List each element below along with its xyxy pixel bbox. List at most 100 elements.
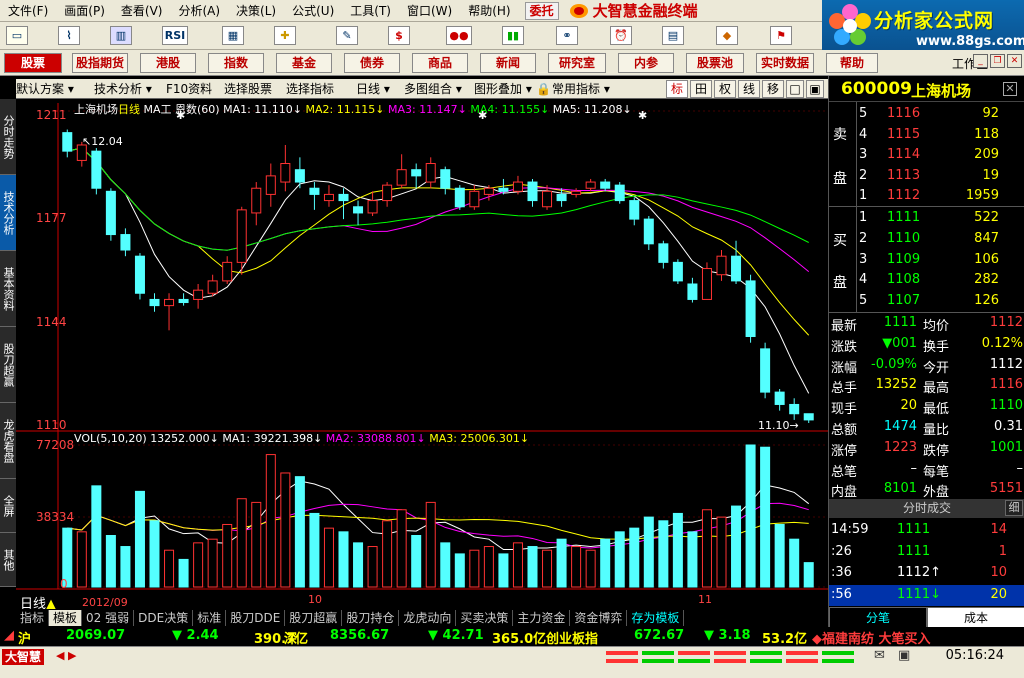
binoculars-icon[interactable]: ⚭ — [556, 26, 578, 45]
tab-dragon-tiger[interactable]: 龙虎看盘 — [0, 403, 16, 479]
menu-analysis[interactable]: 分析(A) — [170, 0, 228, 22]
indicator-tab[interactable]: 指标 — [16, 610, 50, 626]
cat-fund[interactable]: 基金 — [276, 53, 332, 73]
alert-text[interactable]: ◆福建南纺 大笔买入 — [812, 628, 931, 647]
indicator-tab[interactable]: 主力资金 — [513, 610, 571, 626]
arrows-icon[interactable]: ◀ ▶ — [56, 649, 76, 662]
menu-formula[interactable]: 公式(U) — [284, 0, 342, 22]
folder-icon[interactable]: ▭ — [6, 26, 28, 45]
detail-button[interactable]: 细 — [1005, 500, 1023, 516]
kline-chart-canvas[interactable]: ✱ ✱ ✱ — [16, 99, 828, 593]
select-indicator-button[interactable]: 选择指标 — [286, 81, 334, 97]
rsi-icon[interactable]: RSI — [162, 26, 188, 45]
cat-realtime-data[interactable]: 实时数据 — [756, 53, 814, 73]
menu-help[interactable]: 帮助(H) — [460, 0, 518, 22]
status-bar: 大智慧 ◀ ▶ ✉ ▣ 05:16:24 — [0, 646, 1024, 678]
indicator-tab[interactable]: 股刀超赢 — [285, 610, 343, 626]
status-brand[interactable]: 大智慧 — [2, 649, 45, 665]
sh-label[interactable]: 沪 — [18, 628, 31, 647]
tab-other[interactable]: 其他 — [0, 533, 16, 587]
tab-rights[interactable]: 权 — [714, 80, 736, 98]
indicator-tab[interactable]: 股刀DDE — [226, 610, 286, 626]
menu-view[interactable]: 查看(V) — [113, 0, 171, 22]
cat-news[interactable]: 新闻 — [480, 53, 536, 73]
overlay-dropdown[interactable]: 图形叠加 ▾ — [474, 81, 532, 97]
indicator-tab[interactable]: 02 强弱 — [82, 610, 135, 626]
tab-cost[interactable]: 成本 — [927, 607, 1024, 629]
diamond-icon[interactable]: ◆ — [716, 26, 738, 45]
cat-stock-pool[interactable]: 股票池 — [686, 53, 744, 73]
menu-tools[interactable]: 工具(T) — [342, 0, 399, 22]
candle — [338, 193, 349, 202]
tab-move[interactable]: 移 — [762, 80, 784, 98]
tab-fullscreen[interactable]: 全屏 — [0, 479, 16, 533]
entrust-button[interactable]: 委托 — [524, 1, 559, 20]
candle — [396, 169, 407, 186]
cat-bond[interactable]: 债券 — [344, 53, 400, 73]
candle — [454, 187, 465, 208]
multi-chart-dropdown[interactable]: 多图组合 ▾ — [404, 81, 462, 97]
f10-button[interactable]: F10资料 — [166, 81, 212, 97]
minimize-icon[interactable]: _ — [973, 54, 988, 68]
common-indicator-dropdown[interactable]: 常用指标 ▾ — [552, 81, 610, 97]
info-icon[interactable]: ▣ — [898, 648, 910, 663]
cat-stocks[interactable]: 股票 — [4, 53, 62, 73]
menu-window[interactable]: 窗口(W) — [399, 0, 460, 22]
indicator-tab[interactable]: 存为模板 — [627, 610, 685, 626]
dollar-icon[interactable]: $ — [388, 26, 410, 45]
grid-icon[interactable]: ▦ — [222, 26, 244, 45]
menu-decision[interactable]: 决策(L) — [228, 0, 284, 22]
vol-header: VOL(5,10,20) 13252.000↓ MA1: 39221.398↓ … — [74, 432, 529, 445]
chart-param: 工 恩数(60) — [160, 103, 220, 116]
tab-basic-info[interactable]: 基本资料 — [0, 251, 16, 327]
lock-icon[interactable]: 🔒 — [536, 81, 551, 97]
tab-ticks[interactable]: 分笔 — [829, 607, 927, 629]
indicator-tab[interactable]: 龙虎动向 — [399, 610, 457, 626]
select-stock-button[interactable]: 选择股票 — [224, 81, 272, 97]
close-icon[interactable]: ✕ — [1007, 54, 1022, 68]
tab-intraday[interactable]: 分时走势 — [0, 99, 16, 175]
trend-chart-icon[interactable]: ⌇ — [58, 26, 80, 45]
tab-mark[interactable]: 标 — [666, 80, 688, 98]
cat-help[interactable]: 帮助 — [826, 53, 878, 73]
cat-research[interactable]: 研究室 — [548, 53, 606, 73]
close-icon[interactable]: ✕ — [1003, 82, 1017, 96]
menu-view-screen[interactable]: 画面(P) — [56, 0, 113, 22]
indicator-tab[interactable]: 股刀持仓 — [342, 610, 400, 626]
bars-icon[interactable]: ▮▮ — [502, 26, 524, 45]
cat-index[interactable]: 指数 — [208, 53, 264, 73]
document-icon[interactable]: ▤ — [662, 26, 684, 45]
tab-technical[interactable]: 技术分析 — [0, 175, 16, 251]
flag-icon[interactable]: ⚑ — [770, 26, 792, 45]
cat-hk-stocks[interactable]: 港股 — [140, 53, 196, 73]
kline-chart-icon[interactable]: ▥ — [110, 26, 132, 45]
period-dropdown[interactable]: 日线 ▾ — [356, 81, 390, 97]
restore-icon[interactable]: ❐ — [990, 54, 1005, 68]
cat-insider[interactable]: 内参 — [618, 53, 674, 73]
indicator-tab[interactable]: 资金博弈 — [570, 610, 628, 626]
indicator-tab[interactable]: 买卖决策 — [456, 610, 514, 626]
indicator-tab[interactable]: DDE决策 — [134, 610, 194, 626]
scheme-dropdown[interactable]: 默认方案 ▾ — [16, 81, 74, 97]
tab-window[interactable]: □ — [786, 80, 804, 98]
crosshair-icon[interactable]: ✚ — [274, 26, 296, 45]
tech-analysis-dropdown[interactable]: 技术分析 ▾ — [94, 81, 152, 97]
mail-icon[interactable]: ✉ — [874, 648, 885, 663]
kline-chart[interactable]: ✱ ✱ ✱ 上海机场日线 MA工 恩数(60) MA1: 11.110↓ MA2: … — [16, 99, 828, 612]
chart-period: 日线 — [118, 103, 140, 116]
volume: 282 — [974, 272, 999, 288]
traffic-light-icon[interactable]: ●● — [446, 26, 472, 45]
ruler-icon[interactable]: ✎ — [336, 26, 358, 45]
indicator-tab[interactable]: 标准 — [193, 610, 227, 626]
alarm-icon[interactable]: ⏰ — [610, 26, 632, 45]
tab-line[interactable]: 线 — [738, 80, 760, 98]
menu-file[interactable]: 文件(F) — [0, 0, 56, 22]
tab-maximize[interactable]: ▣ — [806, 80, 824, 98]
cat-commodity[interactable]: 商品 — [412, 53, 468, 73]
cat-index-futures[interactable]: 股指期货 — [72, 53, 128, 73]
indicator-tab[interactable]: 模板 — [49, 610, 83, 626]
cy-label[interactable]: 创业板指 — [546, 628, 598, 647]
tab-gudao[interactable]: 股刀超赢 — [0, 327, 16, 403]
tab-grid[interactable]: 田 — [690, 80, 712, 98]
sz-label[interactable]: 深 — [284, 628, 297, 647]
